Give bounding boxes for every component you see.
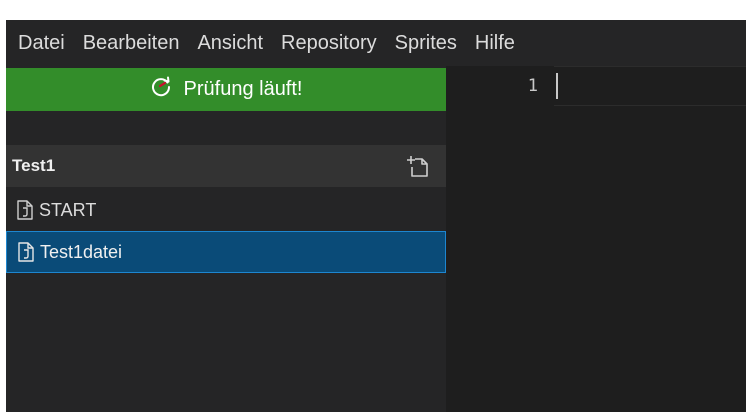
file-name: START bbox=[39, 199, 97, 220]
project-header: Test1 bbox=[6, 145, 446, 187]
menu-ansicht[interactable]: Ansicht bbox=[188, 20, 272, 66]
check-status-bar: Prüfung läuft! bbox=[6, 68, 446, 111]
file-list: START Test1datei bbox=[6, 189, 446, 273]
code-editor[interactable]: 1 bbox=[446, 66, 746, 412]
text-cursor bbox=[556, 73, 558, 99]
menu-datei[interactable]: Datei bbox=[6, 20, 74, 66]
project-title: Test1 bbox=[12, 156, 56, 175]
file-icon bbox=[16, 242, 36, 262]
menu-bearbeiten[interactable]: Bearbeiten bbox=[74, 20, 189, 66]
menu-sprites[interactable]: Sprites bbox=[386, 20, 466, 66]
file-item-start[interactable]: START bbox=[6, 189, 446, 231]
check-status-label: Prüfung läuft! bbox=[183, 78, 303, 100]
file-name: Test1datei bbox=[40, 241, 123, 262]
current-line-highlight bbox=[554, 66, 746, 106]
sidebar: Prüfung läuft! Test1 START Test1datei bbox=[6, 66, 446, 412]
file-item-test1datei[interactable]: Test1datei bbox=[6, 231, 446, 273]
file-icon bbox=[15, 200, 35, 220]
refresh-icon bbox=[150, 76, 172, 98]
app-window: Datei Bearbeiten Ansicht Repository Spri… bbox=[6, 20, 746, 412]
line-number: 1 bbox=[527, 76, 538, 96]
menu-hilfe[interactable]: Hilfe bbox=[466, 20, 524, 66]
menu-bar: Datei Bearbeiten Ansicht Repository Spri… bbox=[6, 20, 746, 66]
new-file-icon[interactable] bbox=[406, 154, 430, 178]
menu-repository[interactable]: Repository bbox=[272, 20, 386, 66]
